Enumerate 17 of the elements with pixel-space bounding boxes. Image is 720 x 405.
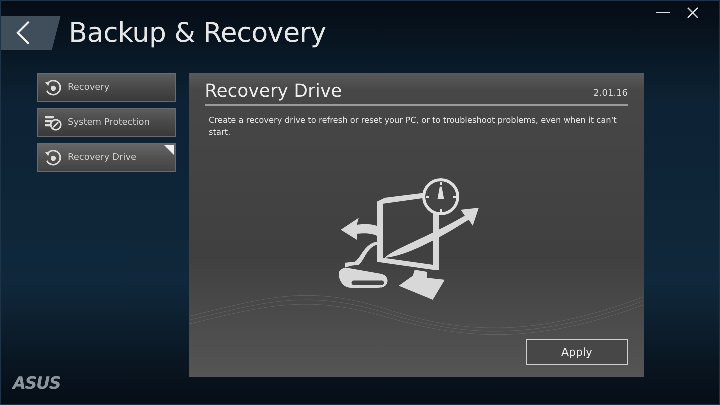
version-label: 2.01.16 bbox=[594, 89, 628, 101]
selected-corner-icon bbox=[164, 145, 174, 155]
restore-icon bbox=[44, 78, 62, 96]
apply-button[interactable]: Apply bbox=[526, 339, 628, 365]
close-icon bbox=[687, 7, 699, 19]
sidebar-item[interactable]: Recovery bbox=[37, 73, 176, 102]
back-button[interactable] bbox=[1, 16, 61, 50]
database-shield-icon bbox=[44, 114, 62, 132]
panel-title: Recovery Drive bbox=[205, 81, 342, 102]
close-button[interactable] bbox=[685, 5, 701, 21]
asus-logo: ASUS bbox=[13, 374, 60, 394]
sidebar-item[interactable]: Recovery Drive bbox=[37, 143, 176, 172]
minimize-icon bbox=[656, 12, 670, 14]
window-title: Backup & Recovery bbox=[69, 18, 326, 48]
sidebar-item[interactable]: System Protection bbox=[37, 108, 176, 137]
description-text: Create a recovery drive to refresh or reset your PC, or to troubleshoot problems, even when it can't start. bbox=[209, 114, 618, 138]
restore-icon bbox=[44, 148, 62, 166]
